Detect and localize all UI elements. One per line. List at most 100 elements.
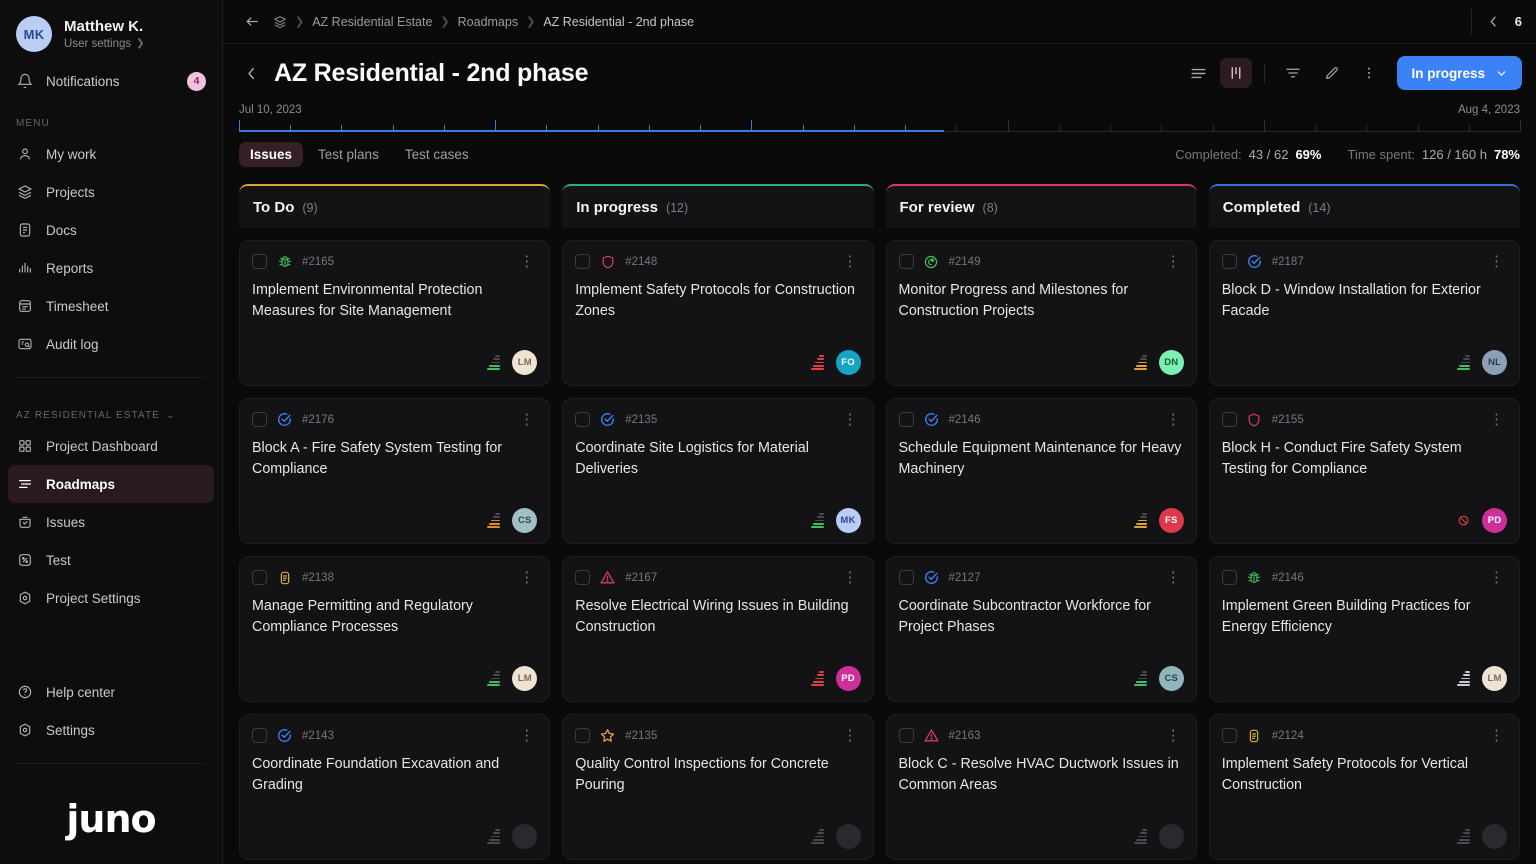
issue-card[interactable]: #2124⋮Implement Safety Protocols for Ver… <box>1209 714 1520 860</box>
assignee-avatar[interactable] <box>512 824 537 849</box>
sidebar-item-audit-log[interactable]: Audit log <box>8 325 214 363</box>
card-more-icon[interactable]: ⋮ <box>516 728 537 743</box>
user-settings-link[interactable]: User settings ❯ <box>64 38 145 50</box>
issue-card[interactable]: #2187⋮Block D - Window Installation for … <box>1209 240 1520 386</box>
assignee-avatar[interactable]: FO <box>836 350 861 375</box>
card-more-icon[interactable]: ⋮ <box>1486 254 1507 269</box>
issue-card[interactable]: #2167⋮Resolve Electrical Wiring Issues i… <box>562 556 873 702</box>
card-more-icon[interactable]: ⋮ <box>840 254 861 269</box>
sidebar-item-timesheet[interactable]: Timesheet <box>8 287 214 325</box>
column-header[interactable]: For review(8) <box>886 184 1197 228</box>
card-checkbox[interactable] <box>899 728 914 743</box>
assignee-avatar[interactable]: MK <box>836 508 861 533</box>
card-more-icon[interactable]: ⋮ <box>840 728 861 743</box>
card-more-icon[interactable]: ⋮ <box>1486 570 1507 585</box>
issue-card[interactable]: #2149⋮Monitor Progress and Milestones fo… <box>886 240 1197 386</box>
card-more-icon[interactable]: ⋮ <box>516 412 537 427</box>
assignee-avatar[interactable]: LM <box>512 666 537 691</box>
card-checkbox[interactable] <box>252 254 267 269</box>
card-checkbox[interactable] <box>575 412 590 427</box>
tab-test-plans[interactable]: Test plans <box>307 142 390 167</box>
card-checkbox[interactable] <box>252 412 267 427</box>
assignee-avatar[interactable]: FS <box>1159 508 1184 533</box>
sidebar-item-settings[interactable]: Settings <box>8 711 214 749</box>
card-more-icon[interactable]: ⋮ <box>1163 254 1184 269</box>
assignee-avatar[interactable]: DN <box>1159 350 1184 375</box>
issue-card[interactable]: #2143⋮Coordinate Foundation Excavation a… <box>239 714 550 860</box>
sidebar-item-help-center[interactable]: Help center <box>8 673 214 711</box>
board-view-icon[interactable] <box>1220 58 1252 88</box>
card-more-icon[interactable]: ⋮ <box>1486 728 1507 743</box>
card-checkbox[interactable] <box>1222 570 1237 585</box>
card-more-icon[interactable]: ⋮ <box>1163 570 1184 585</box>
assignee-avatar[interactable] <box>1482 824 1507 849</box>
assignee-avatar[interactable]: NL <box>1482 350 1507 375</box>
card-checkbox[interactable] <box>1222 728 1237 743</box>
sidebar-item-reports[interactable]: Reports <box>8 249 214 287</box>
issue-card[interactable]: #2148⋮Implement Safety Protocols for Con… <box>562 240 873 386</box>
card-more-icon[interactable]: ⋮ <box>1486 412 1507 427</box>
status-dropdown-button[interactable]: In progress <box>1397 56 1522 90</box>
assignee-avatar[interactable] <box>1159 824 1184 849</box>
timeline-track[interactable] <box>239 120 1520 134</box>
issue-card[interactable]: #2176⋮Block A - Fire Safety System Testi… <box>239 398 550 544</box>
card-checkbox[interactable] <box>575 254 590 269</box>
breadcrumb-item-estate[interactable]: AZ Residential Estate <box>312 15 432 29</box>
card-checkbox[interactable] <box>575 570 590 585</box>
sidebar-item-project-dashboard[interactable]: Project Dashboard <box>8 427 214 465</box>
card-more-icon[interactable]: ⋮ <box>516 254 537 269</box>
column-header[interactable]: Completed(14) <box>1209 184 1520 228</box>
back-button[interactable] <box>239 65 264 82</box>
layers-icon[interactable] <box>273 15 287 29</box>
issue-card[interactable]: #2135⋮Coordinate Site Logistics for Mate… <box>562 398 873 544</box>
assignee-avatar[interactable]: LM <box>512 350 537 375</box>
project-section-label[interactable]: AZ RESIDENTIAL ESTATE ⌄ <box>0 410 222 421</box>
card-more-icon[interactable]: ⋮ <box>1163 728 1184 743</box>
column-header[interactable]: In progress(12) <box>562 184 873 228</box>
sidebar-item-projects[interactable]: Projects <box>8 173 214 211</box>
card-more-icon[interactable]: ⋮ <box>840 570 861 585</box>
edit-pencil-icon[interactable] <box>1315 58 1347 88</box>
card-checkbox[interactable] <box>899 412 914 427</box>
assignee-avatar[interactable]: CS <box>1159 666 1184 691</box>
card-more-icon[interactable]: ⋮ <box>1163 412 1184 427</box>
card-more-icon[interactable]: ⋮ <box>840 412 861 427</box>
collapse-left-icon[interactable] <box>239 10 263 34</box>
assignee-avatar[interactable]: PD <box>836 666 861 691</box>
user-profile[interactable]: MK Matthew K. User settings ❯ <box>0 0 222 62</box>
assignee-avatar[interactable] <box>836 824 861 849</box>
more-vertical-icon[interactable] <box>1353 58 1385 88</box>
sidebar-item-test[interactable]: Test <box>8 541 214 579</box>
issue-card[interactable]: #2163⋮Block C - Resolve HVAC Ductwork Is… <box>886 714 1197 860</box>
sidebar-item-roadmaps[interactable]: Roadmaps <box>8 465 214 503</box>
list-view-icon[interactable] <box>1182 58 1214 88</box>
chevron-left-icon[interactable] <box>1486 14 1501 29</box>
column-header[interactable]: To Do(9) <box>239 184 550 228</box>
card-checkbox[interactable] <box>899 570 914 585</box>
issue-card[interactable]: #2127⋮Coordinate Subcontractor Workforce… <box>886 556 1197 702</box>
issue-card[interactable]: #2135⋮Quality Control Inspections for Co… <box>562 714 873 860</box>
assignee-avatar[interactable]: PD <box>1482 508 1507 533</box>
breadcrumb-item-roadmaps[interactable]: Roadmaps <box>458 15 518 29</box>
tab-test-cases[interactable]: Test cases <box>394 142 480 167</box>
sidebar-item-docs[interactable]: Docs <box>8 211 214 249</box>
issue-card[interactable]: #2146⋮Schedule Equipment Maintenance for… <box>886 398 1197 544</box>
sidebar-item-notifications[interactable]: Notifications 4 <box>8 62 214 100</box>
issue-card[interactable]: #2155⋮Block H - Conduct Fire Safety Syst… <box>1209 398 1520 544</box>
sidebar-item-project-settings[interactable]: Project Settings <box>8 579 214 617</box>
card-checkbox[interactable] <box>1222 412 1237 427</box>
card-checkbox[interactable] <box>1222 254 1237 269</box>
sidebar-item-issues[interactable]: Issues <box>8 503 214 541</box>
sidebar-item-my-work[interactable]: My work <box>8 135 214 173</box>
card-checkbox[interactable] <box>899 254 914 269</box>
assignee-avatar[interactable]: CS <box>512 508 537 533</box>
card-checkbox[interactable] <box>252 570 267 585</box>
filter-icon[interactable] <box>1277 58 1309 88</box>
issue-card[interactable]: #2165⋮Implement Environmental Protection… <box>239 240 550 386</box>
card-more-icon[interactable]: ⋮ <box>516 570 537 585</box>
issue-card[interactable]: #2146⋮Implement Green Building Practices… <box>1209 556 1520 702</box>
tab-issues[interactable]: Issues <box>239 142 303 167</box>
card-checkbox[interactable] <box>252 728 267 743</box>
card-checkbox[interactable] <box>575 728 590 743</box>
issue-card[interactable]: #2138⋮Manage Permitting and Regulatory C… <box>239 556 550 702</box>
